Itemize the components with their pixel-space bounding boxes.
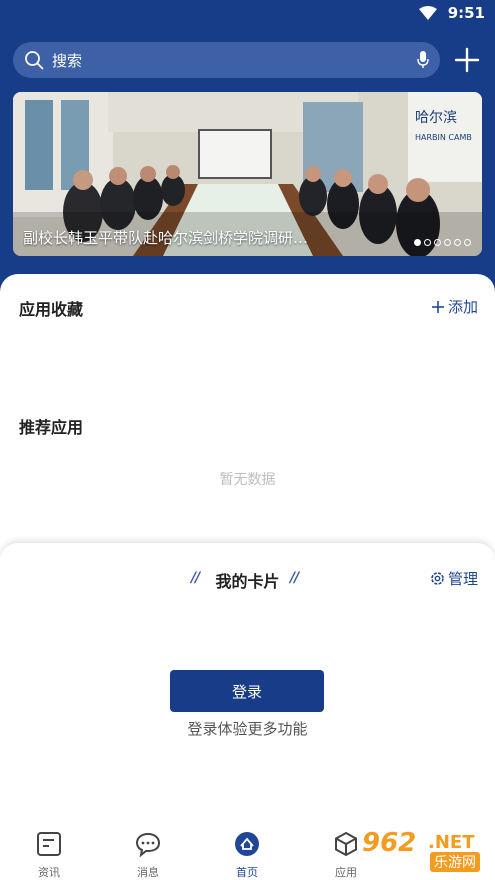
wifi-icon (419, 6, 437, 20)
tab-messages-label: 消息 (137, 866, 159, 879)
message-icon (135, 832, 161, 858)
plus-icon (431, 300, 444, 313)
svg-text:HARBIN CAMB: HARBIN CAMB (415, 133, 472, 142)
microphone-icon[interactable] (417, 51, 429, 69)
search-placeholder: 搜索 (52, 52, 83, 70)
carousel-dot[interactable] (434, 239, 441, 246)
status-time: 9:51 (447, 4, 485, 22)
carousel-dot[interactable] (424, 239, 431, 246)
settings-gear-icon (431, 572, 444, 585)
tab-news-label: 资讯 (38, 866, 60, 879)
my-card-title: 我的卡片 (215, 572, 280, 591)
status-bar: 9:51 (0, 0, 495, 26)
watermark-brand: 962 (362, 828, 417, 858)
apps-icon (335, 831, 357, 857)
add-favorite-label: 添加 (447, 298, 478, 316)
tab-messages[interactable]: 消息 (118, 831, 178, 880)
login-button[interactable]: 登录 (170, 670, 324, 712)
home-icon (235, 832, 259, 856)
empty-state-text: 暂无数据 (219, 472, 276, 488)
tab-home-label: 首页 (236, 866, 258, 879)
banner-caption[interactable]: 副校长韩玉平带队赴哈尔滨剑桥学院调研… (23, 227, 363, 248)
carousel-dot[interactable] (414, 239, 421, 246)
add-favorite-button[interactable]: 添加 (431, 296, 478, 317)
favorites-title: 应用收藏 (19, 300, 84, 319)
carousel-indicator (414, 239, 471, 246)
manage-cards-button[interactable]: 管理 (429, 568, 478, 589)
watermark-net: .NET (428, 832, 475, 853)
news-icon (37, 832, 61, 856)
carousel-dot[interactable] (444, 239, 451, 246)
search-bar[interactable]: 搜索 (13, 42, 440, 78)
carousel-dot[interactable] (454, 239, 461, 246)
manage-label: 管理 (447, 570, 478, 588)
login-hint-text: 登录体验更多功能 (187, 720, 308, 738)
recommended-title: 推荐应用 (19, 418, 84, 437)
watermark-logo: 962 .NET 乐游网 (358, 828, 490, 874)
svg-text:哈尔滨: 哈尔滨 (415, 110, 457, 126)
carousel-dot[interactable] (464, 239, 471, 246)
tab-news[interactable]: 资讯 (19, 831, 79, 880)
search-icon (25, 51, 44, 70)
tab-home[interactable]: 首页 (217, 831, 277, 880)
title-decoration-right: // (290, 570, 299, 586)
news-banner-carousel[interactable]: 哈尔滨 HARBIN CAMB 副校长韩玉平带队赴哈尔滨剑桥学院调研… (13, 92, 482, 256)
watermark-sub: 乐游网 (430, 852, 480, 872)
add-icon[interactable] (453, 46, 481, 74)
